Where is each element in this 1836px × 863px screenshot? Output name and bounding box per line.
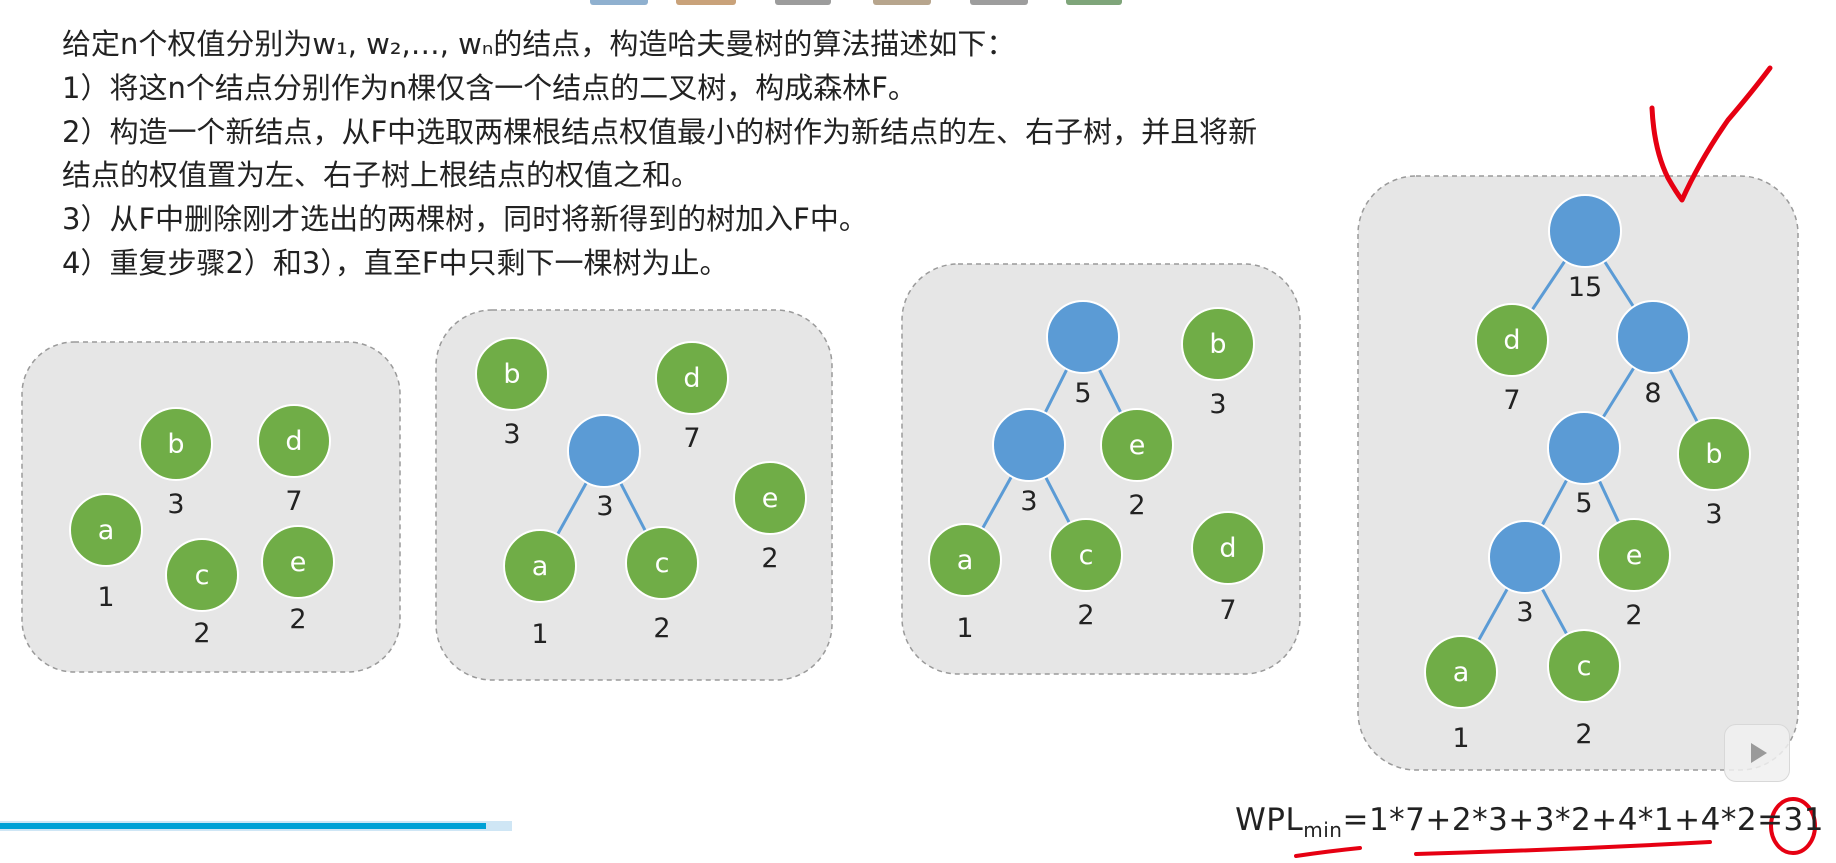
forest-2: b 3 d 7 3 e 2 a 1 c 2	[435, 309, 833, 681]
node-circle	[1548, 194, 1622, 268]
node-weight: 2	[1077, 600, 1094, 631]
wpl-underline-long	[1414, 840, 1712, 856]
node-weight: 2	[289, 604, 306, 635]
node-label: a	[98, 515, 115, 546]
node-weight: 3	[1705, 499, 1722, 530]
node-label: b	[167, 429, 184, 460]
node-label: c	[655, 548, 670, 579]
node-label: e	[1129, 430, 1146, 461]
node-weight: 2	[761, 543, 778, 574]
node-weight: 5	[1575, 488, 1592, 519]
node-weight: 8	[1644, 378, 1661, 409]
huffman-forest-diagram: b 3 d 7 a 1 c 2 e 2 b 3 d 7 3 e 2 a 1 c 2 5 b 3 3 e 2 a 1 c 2 d 7 15 d 7 8 5 b…	[21, 65, 1817, 858]
node-circle	[1547, 411, 1621, 485]
node-label: e	[290, 547, 307, 578]
node-label: b	[1209, 329, 1226, 360]
node-weight: 1	[531, 619, 548, 650]
video-progress-fill	[0, 823, 487, 829]
node-weight: 2	[653, 613, 670, 644]
node-weight: 2	[1128, 490, 1145, 521]
node-weight: 7	[1219, 595, 1236, 626]
node-circle	[567, 414, 641, 488]
node-circle	[1616, 300, 1690, 374]
node-label: e	[762, 483, 779, 514]
play-button[interactable]	[1724, 724, 1790, 782]
node-label: b	[503, 359, 520, 390]
video-progress-bar[interactable]	[0, 821, 512, 831]
node-label: c	[1079, 540, 1094, 571]
node-weight: 2	[1625, 600, 1642, 631]
wpl-underline-short	[1294, 846, 1362, 858]
play-icon	[1751, 743, 1767, 763]
node-label: d	[1503, 325, 1520, 356]
wpl-formula: WPLmin=1*7+2*3+3*2+4*1+4*2=31	[1235, 802, 1824, 842]
node-weight: 3	[1516, 597, 1533, 628]
node-label: a	[957, 545, 974, 576]
forest-1: b 3 d 7 a 1 c 2 e 2	[21, 341, 401, 673]
node-label: d	[683, 363, 700, 394]
node-weight: 7	[683, 423, 700, 454]
node-label: e	[1626, 540, 1643, 571]
wpl-prefix: WPL	[1235, 802, 1304, 838]
node-weight: 5	[1074, 378, 1091, 409]
node-label: d	[285, 426, 302, 457]
node-label: a	[1453, 657, 1470, 688]
node-weight: 7	[285, 486, 302, 517]
node-label: d	[1219, 533, 1236, 564]
forest-4: 15 d 7 8 5 b 3 3 e 2 a 1 c 2	[1357, 175, 1799, 771]
node-label: a	[532, 551, 549, 582]
node-weight: 2	[193, 618, 210, 649]
node-weight: 3	[1209, 389, 1226, 420]
node-weight: 1	[956, 613, 973, 644]
node-weight: 3	[167, 489, 184, 520]
node-weight: 2	[1575, 719, 1592, 750]
node-weight: 3	[1020, 486, 1037, 517]
node-weight: 3	[596, 491, 613, 522]
node-weight: 1	[97, 582, 114, 613]
node-label: b	[1705, 439, 1722, 470]
wpl-subscript: min	[1303, 818, 1343, 843]
node-label: c	[1577, 651, 1592, 682]
node-weight: 3	[503, 419, 520, 450]
node-weight: 1	[1452, 723, 1469, 754]
node-weight: 15	[1568, 272, 1602, 303]
wpl-expression: =1*7+2*3+3*2+4*1+4*2=31	[1342, 802, 1824, 838]
node-circle	[1046, 300, 1120, 374]
forest-3: 5 b 3 3 e 2 a 1 c 2 d 7	[901, 263, 1301, 675]
node-weight: 7	[1503, 385, 1520, 416]
node-circle	[1488, 520, 1562, 594]
node-label: c	[195, 560, 210, 591]
node-circle	[992, 408, 1066, 482]
